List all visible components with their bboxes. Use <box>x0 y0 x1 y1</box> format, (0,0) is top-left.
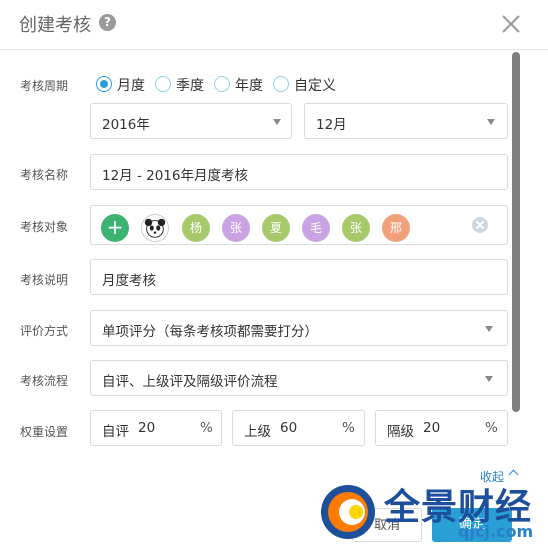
close-icon[interactable] <box>500 13 522 35</box>
weight-superior-input[interactable]: 上级 60 % <box>232 410 365 446</box>
caret-down-icon <box>485 376 493 382</box>
weight-name: 隔级 <box>387 424 414 440</box>
percent-unit: % <box>342 420 355 436</box>
name-input-value: 12月 - 2016年月度考核 <box>102 168 248 184</box>
month-select[interactable]: 12月 <box>304 103 508 139</box>
description-label: 考核说明 <box>20 273 69 287</box>
vertical-scrollbar[interactable] <box>512 52 520 412</box>
radio-dot <box>96 76 112 92</box>
target-avatar[interactable]: 毛 <box>302 214 330 242</box>
radio-dot <box>214 76 230 92</box>
method-select[interactable]: 单项评分（每条考核项都需要打分） <box>90 310 508 346</box>
description-input-value: 月度考核 <box>102 273 156 289</box>
target-avatar[interactable]: 夏 <box>262 214 290 242</box>
radio-dot <box>273 76 289 92</box>
method-select-value: 单项评分（每条考核项都需要打分） <box>102 324 318 340</box>
target-avatar[interactable]: 张 <box>342 214 370 242</box>
weight-value: 60 <box>280 420 298 436</box>
radio-label: 月度 <box>117 78 145 94</box>
clear-circle-icon[interactable] <box>472 217 488 233</box>
targets-label: 考核对象 <box>20 220 69 234</box>
weight-value: 20 <box>138 420 156 436</box>
watermark-url: qjcj.com <box>458 522 534 541</box>
year-select[interactable]: 2016年 <box>90 103 292 139</box>
target-avatar[interactable]: 杨 <box>182 214 210 242</box>
target-avatar[interactable]: 张 <box>222 214 250 242</box>
create-assessment-dialog: 创建考核 ? 考核周期 月度 季度 年度 自定义 2016年 12月 考核名称 … <box>0 0 548 548</box>
flow-label: 考核流程 <box>20 374 69 388</box>
add-target-icon[interactable]: + <box>101 214 129 242</box>
watermark-logo-icon <box>321 485 375 539</box>
dialog-title: 创建考核 <box>19 15 91 36</box>
radio-label: 自定义 <box>294 78 336 94</box>
radio-label: 年度 <box>235 78 263 94</box>
weight-name: 上级 <box>244 424 271 440</box>
flow-select[interactable]: 自评、上级评及隔级评价流程 <box>90 360 508 396</box>
target-avatar[interactable]: 邢 <box>382 214 410 242</box>
year-select-value: 2016年 <box>102 117 150 133</box>
weights-label: 权重设置 <box>20 425 69 439</box>
name-input[interactable]: 12月 - 2016年月度考核 <box>90 154 508 190</box>
weight-name: 自评 <box>102 424 129 440</box>
weight-value: 20 <box>423 420 441 436</box>
weight-skip-level-input[interactable]: 隔级 20 % <box>375 410 508 446</box>
weight-self-input[interactable]: 自评 20 % <box>90 410 222 446</box>
description-input[interactable]: 月度考核 <box>90 259 508 295</box>
month-select-value: 12月 <box>316 117 347 133</box>
caret-down-icon <box>487 119 495 125</box>
panda-avatar[interactable] <box>141 214 169 242</box>
name-label: 考核名称 <box>20 168 69 182</box>
flow-select-value: 自评、上级评及隔级评价流程 <box>102 374 278 390</box>
dialog-header: 创建考核 ? <box>0 0 548 50</box>
radio-dot <box>155 76 171 92</box>
caret-down-icon <box>273 119 281 125</box>
percent-unit: % <box>485 420 498 436</box>
period-label: 考核周期 <box>20 79 69 93</box>
method-label: 评价方式 <box>20 324 69 338</box>
percent-unit: % <box>200 420 213 436</box>
watermark: 全景财经 qjcj.com <box>318 472 548 548</box>
question-circle-icon[interactable]: ? <box>99 14 116 31</box>
targets-picker[interactable]: + 杨 张 夏 毛 张 邢 <box>90 205 508 245</box>
radio-label: 季度 <box>176 78 204 94</box>
caret-down-icon <box>485 326 493 332</box>
